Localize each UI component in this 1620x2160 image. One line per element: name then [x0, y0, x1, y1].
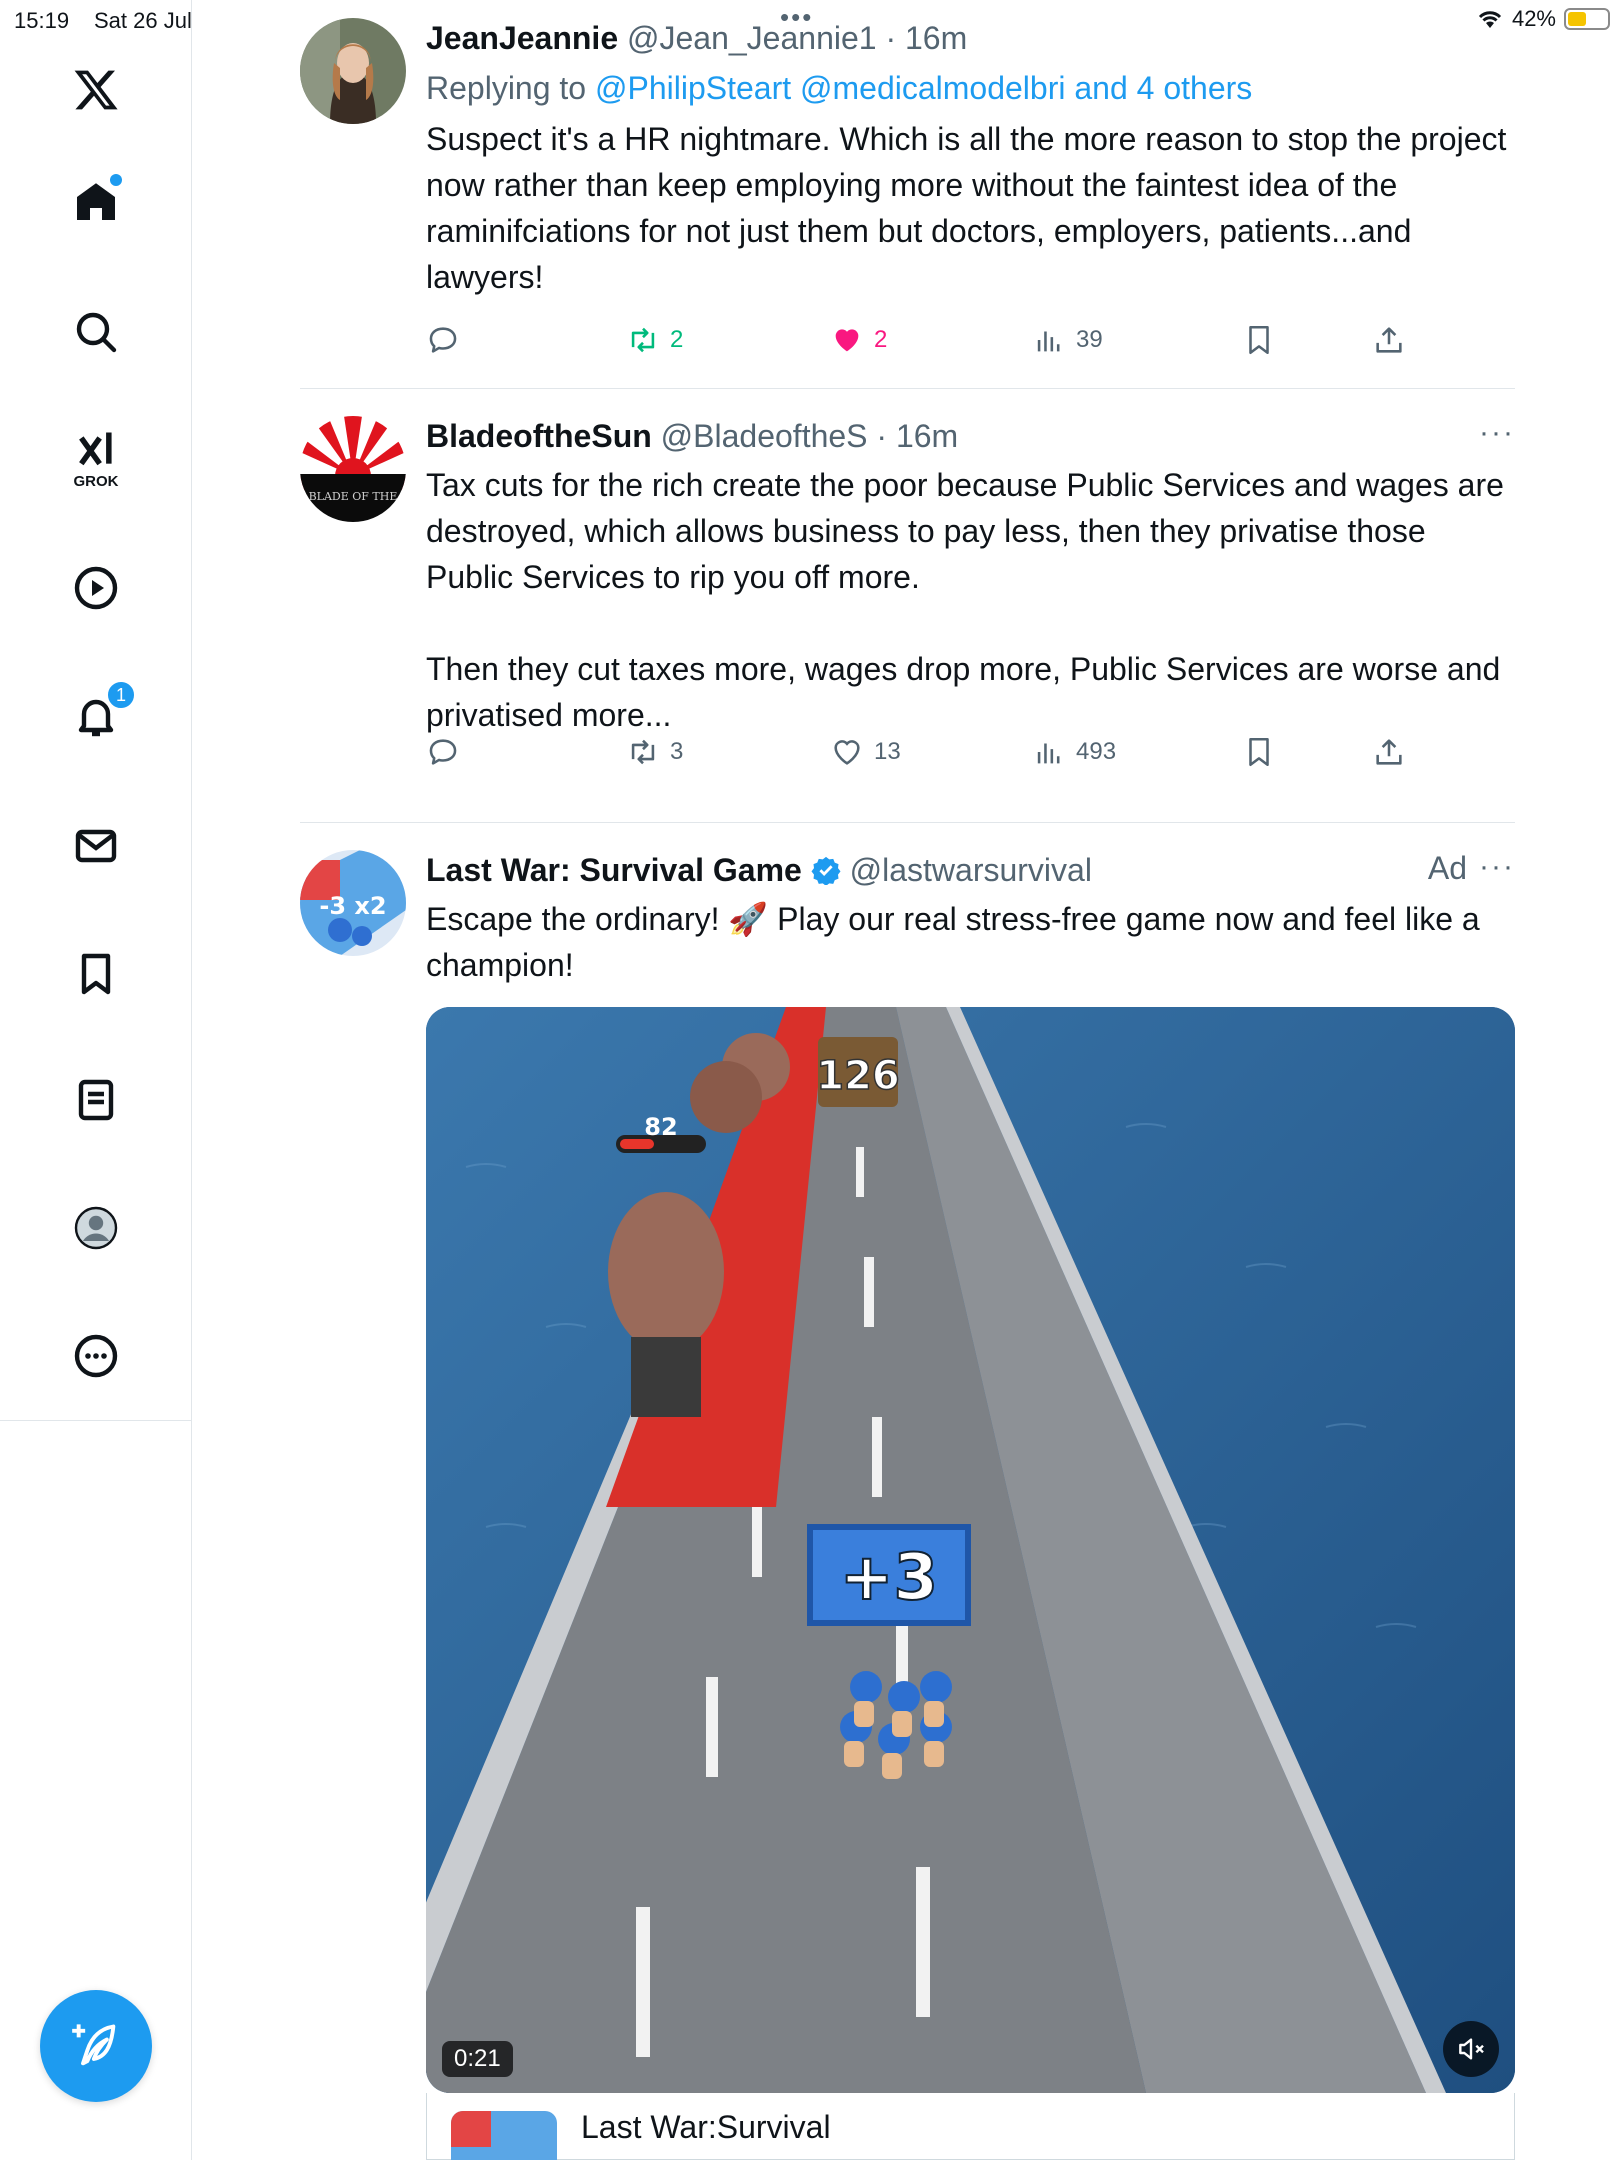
views-count: 39	[1076, 326, 1103, 353]
like-count: 2	[874, 326, 888, 353]
bookmarks-icon[interactable]	[56, 934, 136, 1014]
tweet-text: Escape the ordinary! 🚀 Play our real str…	[426, 901, 1489, 983]
video-duration: 0:21	[442, 2041, 513, 2077]
reply-button[interactable]	[426, 732, 470, 772]
heart-filled-icon	[835, 329, 859, 352]
views-chart-icon	[1037, 743, 1060, 764]
avatar[interactable]: -3 x2	[300, 850, 406, 956]
more-options-icon[interactable]	[56, 1316, 136, 1396]
x-logo-icon[interactable]	[56, 50, 136, 130]
repost-count: 3	[670, 738, 684, 765]
crate-count-text: 126	[816, 1053, 900, 1099]
more-options-icon[interactable]: ···	[1479, 416, 1515, 450]
notifications-icon[interactable]: 1	[56, 676, 136, 756]
app-logo	[451, 2111, 557, 2160]
mute-button[interactable]	[1443, 2021, 1499, 2077]
bookmark-button[interactable]	[1242, 320, 1276, 360]
tweet-actions: 3 13 493	[426, 732, 1426, 772]
heart-icon	[834, 740, 860, 765]
ad-card-title: Last War:Survival	[581, 2109, 831, 2145]
battery-icon	[1564, 8, 1610, 30]
repost-icon	[631, 739, 655, 765]
replying-prefix: Replying to	[426, 70, 595, 106]
tweet-separator	[300, 388, 1515, 389]
tweet-header: JeanJeannie @Jean_Jeannie1 · 16m	[426, 20, 968, 56]
views-count: 493	[1076, 738, 1117, 765]
avatar[interactable]	[300, 18, 406, 124]
like-count: 13	[874, 738, 901, 765]
repost-count: 2	[670, 326, 684, 353]
search-icon[interactable]	[56, 292, 136, 372]
compose-feather-icon	[72, 2024, 116, 2066]
author-handle[interactable]: @BladeoftheS	[661, 418, 868, 454]
ad-card[interactable]: Last War:Survival	[426, 2093, 1515, 2160]
repost-button[interactable]: 2	[626, 320, 683, 360]
repost-icon	[631, 327, 655, 353]
notifications-badge: 1	[106, 680, 136, 710]
reply-icon	[429, 739, 457, 765]
bookmark-button[interactable]	[1242, 732, 1276, 772]
replying-to-users[interactable]: @PhilipSteart @medicalmodelbri and 4 oth…	[595, 70, 1252, 106]
lists-icon[interactable]	[56, 1060, 136, 1140]
tweet-header: Last War: Survival Game @lastwarsurvival	[426, 850, 1515, 890]
avatar-text: BLADE OF THE	[309, 490, 398, 503]
avatar-text: -3 x2	[319, 892, 386, 920]
replying-to: Replying to @PhilipSteart @medicalmodelb…	[426, 68, 1515, 108]
home-icon[interactable]	[56, 162, 136, 242]
like-button[interactable]: 13	[830, 732, 901, 772]
tweet-text: Tax cuts for the rich create the poor be…	[426, 467, 1504, 733]
grok-label: GROK	[73, 472, 119, 490]
grok-nav[interactable]: GROK	[56, 418, 136, 498]
more-options-icon[interactable]: ···	[1479, 850, 1515, 884]
share-button[interactable]	[1372, 732, 1406, 772]
share-button[interactable]	[1372, 320, 1406, 360]
game-video-frame: 82 126 +3	[426, 1007, 1515, 2093]
repost-button[interactable]: 3	[626, 732, 683, 772]
bookmark-icon	[1249, 737, 1269, 767]
share-icon	[1376, 327, 1402, 353]
reply-icon	[429, 327, 457, 353]
tweet-time[interactable]: 16m	[896, 418, 958, 454]
tweet-text: Suspect it's a HR nightmare. Which is al…	[426, 121, 1516, 295]
reply-button[interactable]	[426, 320, 470, 360]
compose-post-button[interactable]	[40, 1990, 152, 2102]
tweet-separator	[300, 822, 1515, 823]
sidebar-divider	[0, 1420, 192, 1421]
share-icon	[1376, 739, 1402, 765]
ad-label: Ad	[1427, 850, 1467, 886]
author-handle[interactable]: @Jean_Jeannie1	[627, 20, 877, 56]
profile-avatar-icon[interactable]	[56, 1188, 136, 1268]
views-chart-icon	[1037, 331, 1060, 352]
battery-percent: 42%	[1511, 6, 1556, 31]
muted-speaker-icon	[1459, 2038, 1484, 2060]
tweet-time[interactable]: 16m	[905, 20, 967, 56]
avatar[interactable]: BLADE OF THE	[300, 416, 406, 522]
video-icon[interactable]	[56, 548, 136, 628]
verified-badge-icon	[811, 856, 841, 885]
messages-icon[interactable]	[56, 806, 136, 886]
home-unread-dot	[110, 174, 122, 186]
views-button[interactable]: 39	[1032, 320, 1103, 360]
like-button[interactable]: 2	[830, 320, 887, 360]
tweet-header: BladeoftheSun @BladeoftheS · 16m	[426, 418, 959, 454]
video-player[interactable]: 82 126 +3 0:21	[426, 1007, 1515, 2093]
grok-icon	[79, 432, 112, 465]
author-name[interactable]: JeanJeannie	[426, 20, 618, 56]
author-name[interactable]: BladeoftheSun	[426, 418, 652, 454]
author-handle[interactable]: @lastwarsurvival	[850, 852, 1092, 888]
bookmark-icon	[1249, 325, 1269, 355]
tweet-actions: 2 2 39	[426, 320, 1426, 360]
gate-value-text: +3	[840, 1541, 938, 1615]
sidebar: GROK 1	[0, 0, 192, 2160]
author-name[interactable]: Last War: Survival Game	[426, 852, 802, 888]
enemy-hp-text: 82	[644, 1113, 677, 1141]
views-button[interactable]: 493	[1032, 732, 1116, 772]
